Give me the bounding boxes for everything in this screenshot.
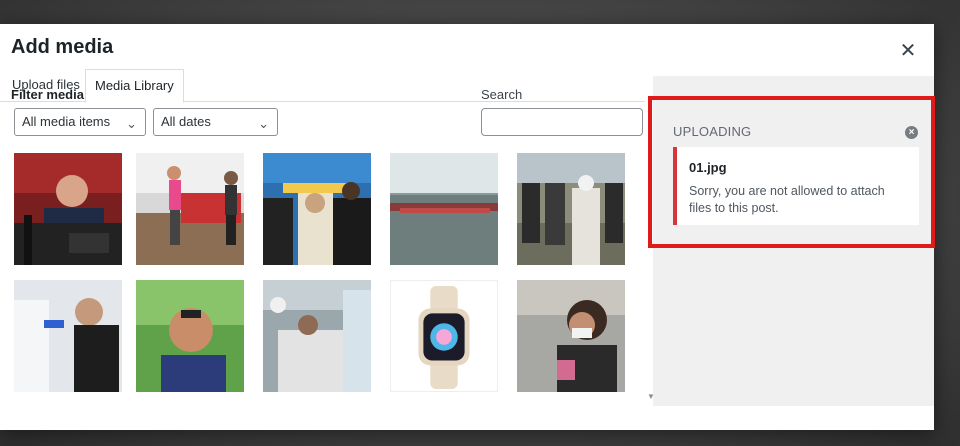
media-thumb-officials-ceremony[interactable] xyxy=(263,153,371,265)
search-label: Search xyxy=(481,87,523,102)
media-grid xyxy=(14,153,634,406)
media-thumb-river-crowd[interactable] xyxy=(390,153,498,265)
upload-error-filename: 01.jpg xyxy=(689,160,727,175)
upload-error-message: Sorry, you are not allowed to attach fil… xyxy=(689,184,885,215)
uploading-heading: UPLOADING xyxy=(673,124,752,139)
search-input[interactable] xyxy=(481,108,643,136)
upload-error-notice: 01.jpg Sorry, you are not allowed to att… xyxy=(673,147,919,225)
media-thumb-smiling-man-portrait[interactable] xyxy=(136,280,244,392)
media-thumb-covid-test[interactable] xyxy=(14,280,122,392)
media-type-value: All media items xyxy=(22,114,111,129)
media-thumb-smartwatch-product[interactable] xyxy=(390,280,498,392)
media-thumb-hospital-patient[interactable] xyxy=(263,280,371,392)
media-thumb-woman-in-mask[interactable] xyxy=(517,280,625,392)
date-select[interactable]: All dates ⌄ xyxy=(153,108,278,136)
modal-title: Add media xyxy=(11,36,114,58)
media-type-select[interactable]: All media items ⌄ xyxy=(14,108,146,136)
tab-media-library[interactable]: Media Library xyxy=(85,69,184,103)
media-thumb-skipping-rope-training[interactable] xyxy=(136,153,244,265)
tab-bar: Upload files Media Library xyxy=(0,69,645,103)
filter-media-label: Filter media xyxy=(11,87,84,102)
date-value: All dates xyxy=(161,114,211,129)
chevron-down-icon: ⌄ xyxy=(126,116,137,131)
media-thumb-man-at-podium[interactable] xyxy=(14,153,122,265)
media-thumb-masked-crowd[interactable] xyxy=(517,153,625,265)
chevron-down-icon: ⌄ xyxy=(258,116,269,131)
close-icon[interactable]: ✕ xyxy=(896,38,920,62)
dismiss-icon[interactable]: × xyxy=(905,126,918,139)
